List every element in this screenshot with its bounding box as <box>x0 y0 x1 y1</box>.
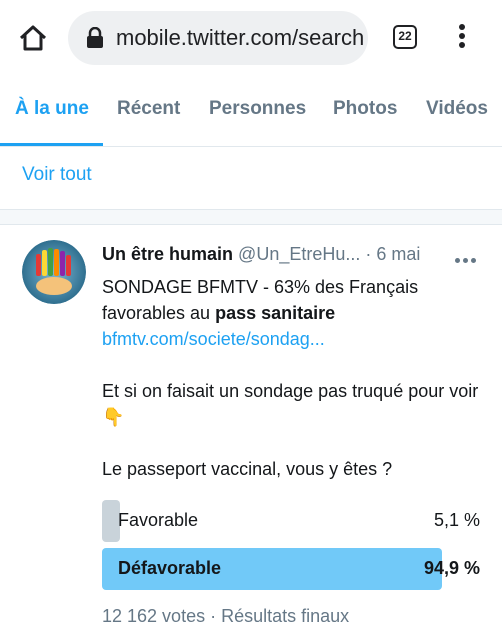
home-icon[interactable] <box>17 22 49 54</box>
author-handle[interactable]: @Un_EtreHu... <box>238 244 360 264</box>
browser-toolbar: mobile.twitter.com/search 22 <box>0 0 502 76</box>
tweet-header: Un être humain @Un_EtreHu... · 6 mai <box>102 244 442 265</box>
tab-photos[interactable]: Photos <box>333 98 397 120</box>
tab-people[interactable]: Personnes <box>209 98 306 120</box>
poll-votes: 12 162 votes <box>102 606 206 626</box>
poll-question: Le passeport vaccinal, vous y êtes ? <box>102 459 393 479</box>
avatar[interactable] <box>22 240 86 304</box>
tab-videos[interactable]: Vidéos <box>426 98 488 120</box>
poll-option-percent: 94,9 % <box>423 558 480 578</box>
more-options-icon[interactable] <box>455 250 483 263</box>
see-all-link[interactable]: Voir tout <box>22 164 92 186</box>
poll-option-percent: 5,1 % <box>433 510 480 530</box>
url-text: mobile.twitter.com/search <box>116 25 365 50</box>
tweet-line2: Et si on faisait un sondage pas truqué p… <box>102 381 479 401</box>
tweet-date[interactable]: 6 mai <box>376 244 420 264</box>
search-tabs: À la une Récent Personnes Photos Vidéos <box>0 76 502 147</box>
address-bar[interactable]: mobile.twitter.com/search <box>68 11 368 65</box>
tab-switcher-button[interactable]: 22 <box>393 25 417 49</box>
tweet-text: SONDAGE BFMTV - 63% des Français favorab… <box>102 274 487 482</box>
poll-footer-separator: · <box>205 606 222 626</box>
lock-icon <box>86 26 104 49</box>
poll-option-label: Défavorable <box>118 558 222 578</box>
poll-option-defavorable: Défavorable 94,9 % <box>102 548 480 590</box>
active-tab-indicator <box>0 143 103 146</box>
poll-status: Résultats finaux <box>221 606 350 626</box>
tab-latest[interactable]: Récent <box>117 98 180 120</box>
tab-top[interactable]: À la une <box>15 98 89 120</box>
poll-option-label: Favorable <box>118 510 199 530</box>
date-separator: · <box>360 244 377 264</box>
tweet-link[interactable]: bfmtv.com/societe/sondag... <box>102 329 325 349</box>
tweet-line1-bold: pass sanitaire <box>215 303 336 323</box>
poll-option-favorable: Favorable 5,1 % <box>102 500 480 542</box>
author-name[interactable]: Un être humain <box>102 244 233 264</box>
more-vertical-icon[interactable] <box>452 24 472 52</box>
pointing-down-icon: 👇 <box>102 407 125 427</box>
section-divider <box>0 209 502 225</box>
poll-footer: 12 162 votes · Résultats finaux <box>102 606 349 627</box>
